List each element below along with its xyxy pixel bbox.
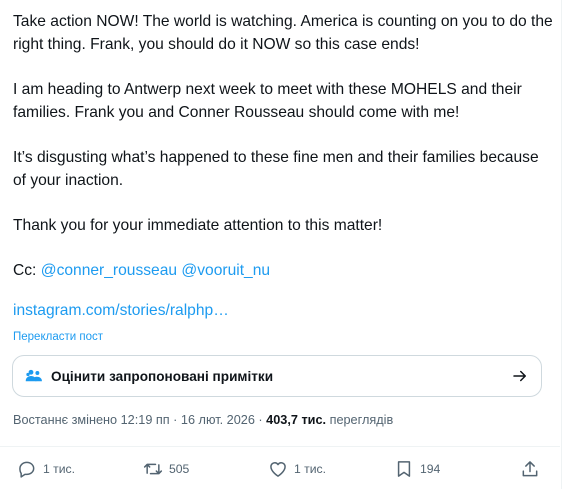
repost-count: 505 [169, 462, 190, 476]
share-button[interactable] [520, 459, 540, 479]
bookmark-count: 194 [420, 462, 441, 476]
share-icon [520, 459, 540, 479]
post-meta: Востаннє змінено 12:19 пп · 16 лют. 2026… [13, 413, 393, 427]
people-icon [25, 367, 43, 385]
rate-notes-label: Оцінити запропоновані примітки [51, 368, 274, 384]
cc-prefix: Cc: [13, 262, 41, 279]
reply-button[interactable]: 1 тис. [17, 459, 75, 479]
bookmark-button[interactable]: 194 [394, 459, 440, 479]
edited-label: Востаннє змінено [13, 413, 118, 427]
views-count: 403,7 тис. [266, 413, 327, 427]
views-label: переглядів [329, 413, 394, 427]
reply-count: 1 тис. [43, 462, 76, 476]
like-button[interactable]: 1 тис. [268, 459, 326, 479]
external-link[interactable]: instagram.com/stories/ralphp… [13, 302, 229, 320]
cc-line: Cc: @conner_rousseau @vooruit_nu [13, 259, 553, 282]
arrow-right-icon [511, 367, 529, 385]
column-border [561, 0, 562, 489]
meta-separator: · [169, 413, 181, 427]
post-paragraph: Thank you for your immediate attention t… [13, 217, 383, 234]
rate-notes-button[interactable]: Оцінити запропоновані примітки [12, 355, 542, 397]
heart-icon [268, 459, 288, 479]
post: Take action NOW! The world is watching. … [0, 0, 560, 489]
post-paragraph: It’s disgusting what’s happened to these… [13, 149, 539, 189]
like-count: 1 тис. [294, 462, 327, 476]
post-paragraph: I am heading to Antwerp next week to mee… [13, 81, 522, 121]
divider [0, 446, 560, 447]
repost-icon [143, 459, 163, 479]
post-date[interactable]: 16 лют. 2026 [181, 413, 255, 427]
mention-conner-rousseau[interactable]: @conner_rousseau [41, 262, 177, 279]
action-bar: 1 тис. 505 1 тис. 194 [0, 450, 560, 489]
post-time[interactable]: 12:19 пп [121, 413, 170, 427]
post-paragraph: Take action NOW! The world is watching. … [13, 13, 553, 53]
bookmark-icon [394, 459, 414, 479]
translate-post-link[interactable]: Перекласти пост [13, 331, 103, 343]
repost-button[interactable]: 505 [143, 459, 189, 479]
mention-vooruit-nu[interactable]: @vooruit_nu [181, 262, 270, 279]
reply-icon [17, 459, 37, 479]
post-text: Take action NOW! The world is watching. … [13, 10, 553, 304]
meta-separator: · [254, 413, 267, 427]
